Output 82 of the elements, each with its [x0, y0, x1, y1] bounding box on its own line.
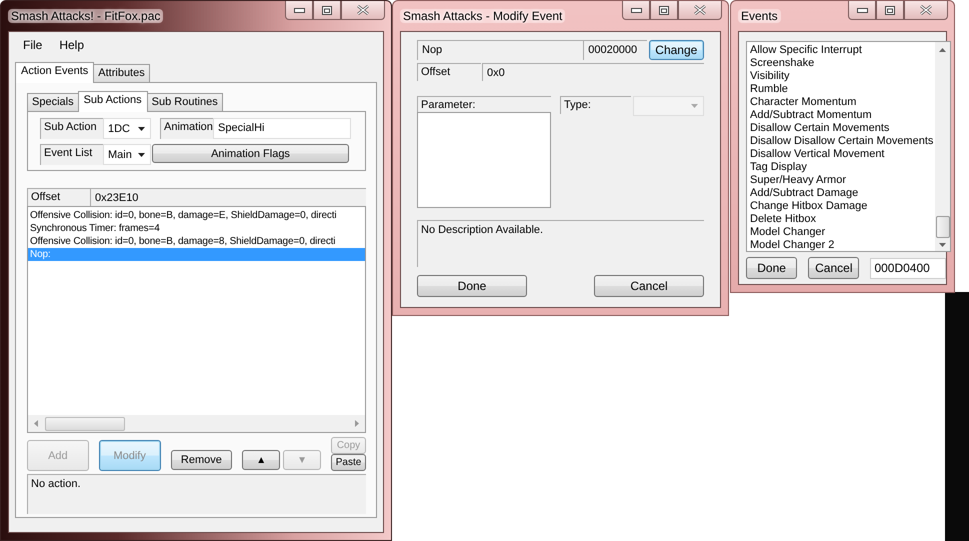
tab[interactable]: Action Events	[15, 62, 94, 83]
value-field: Nop	[417, 40, 584, 60]
field-label: Offset	[27, 188, 90, 206]
dialog-button[interactable]: Cancel	[808, 257, 860, 279]
list-item[interactable]: Super/Heavy Armor	[750, 174, 935, 187]
list-item[interactable]: Disallow Certain Movements	[750, 122, 935, 135]
close-button[interactable]	[341, 1, 385, 20]
field-label: Sub Action	[40, 118, 103, 139]
animation-flags-button[interactable]: Animation Flags	[152, 144, 349, 163]
column-header: Parameter:	[417, 96, 551, 112]
minimize-button[interactable]	[848, 1, 876, 20]
tab[interactable]: Specials	[27, 93, 79, 111]
maximize-icon	[885, 6, 895, 14]
animation-field[interactable]: SpecialHi	[213, 118, 351, 139]
vertical-scrollbar[interactable]	[935, 42, 950, 251]
dialog-button[interactable]: Done	[417, 275, 527, 297]
value-field: 0x23E10	[90, 188, 366, 206]
field-label: Offset	[417, 63, 481, 81]
action-button[interactable]: Paste	[331, 454, 366, 471]
value-field: 0x0	[482, 63, 704, 81]
list-item[interactable]: Tag Display	[750, 161, 935, 174]
list-item[interactable]: Allow Specific Interrupt	[750, 44, 935, 57]
close-icon	[357, 5, 369, 15]
value-field: 00020000	[583, 40, 647, 60]
action-button[interactable]: Remove	[170, 450, 232, 470]
list-item[interactable]: Disallow Vertical Movement	[750, 148, 935, 161]
caret-icon	[691, 104, 698, 108]
right-arrow-icon	[355, 420, 359, 427]
maximize-icon	[659, 6, 669, 14]
change-button[interactable]: Change	[648, 40, 704, 60]
list-item[interactable]: Add/Subtract Damage	[750, 187, 935, 200]
list-item[interactable]: Screenshake	[750, 57, 935, 70]
caret-icon	[138, 152, 145, 156]
event-item[interactable]: Offensive Collision: id=0, bone=B, damage=E, ShieldDamage=0, directi	[28, 209, 365, 222]
list-item[interactable]: Delete Hitbox	[750, 213, 935, 226]
sub-action-dropdown[interactable]: 1DC	[103, 118, 151, 139]
maximize-button[interactable]	[650, 1, 678, 20]
minimize-icon	[856, 8, 868, 12]
close-icon	[920, 5, 932, 15]
menu-item[interactable]: File	[23, 38, 42, 56]
tab[interactable]: Attributes	[93, 64, 150, 82]
list-item[interactable]: Model Changer 2	[750, 239, 935, 251]
field-label: Animation	[160, 118, 213, 139]
minimize-icon	[294, 8, 304, 12]
list-item[interactable]: Model Changer	[750, 226, 935, 239]
dialog-button[interactable]: Done	[746, 257, 798, 279]
tab[interactable]: Sub Actions	[78, 91, 148, 112]
list-item[interactable]: Add/Subtract Momentum	[750, 109, 935, 122]
event-list-dropdown[interactable]: Main	[103, 144, 151, 165]
close-button[interactable]	[904, 1, 948, 20]
dialog-button[interactable]: Cancel	[594, 275, 704, 297]
menu-item[interactable]: Help	[59, 38, 84, 56]
close-button[interactable]	[678, 1, 722, 20]
list-item[interactable]: Character Momentum	[750, 96, 935, 109]
description-text: No Description Available.	[417, 220, 704, 267]
maximize-button[interactable]	[876, 1, 904, 20]
caret-icon	[138, 126, 145, 130]
field-label: Event List	[40, 144, 103, 165]
parameter-list[interactable]	[417, 112, 551, 208]
minimize-button[interactable]	[622, 1, 650, 20]
list-item[interactable]: Disallow Disallow Certain Movements	[750, 135, 935, 148]
up-arrow-icon	[939, 48, 946, 52]
minimize-icon	[630, 8, 642, 12]
list-item[interactable]: Visibility	[750, 70, 935, 83]
minimize-button[interactable]	[285, 1, 313, 20]
close-icon	[694, 5, 706, 15]
maximize-button[interactable]	[313, 1, 341, 20]
scrollbar-thumb[interactable]	[45, 416, 125, 430]
scrollbar-thumb[interactable]	[936, 216, 950, 238]
code-field[interactable]: 000D0400	[870, 258, 946, 278]
list-item[interactable]: Change Hitbox Damage	[750, 200, 935, 213]
tab[interactable]: Sub Routines	[146, 93, 223, 111]
down-arrow-icon	[939, 243, 946, 247]
left-arrow-icon	[34, 420, 38, 427]
description-text: No action.	[27, 474, 366, 514]
arrow-button[interactable]: ▲	[242, 450, 280, 470]
maximize-icon	[322, 6, 332, 14]
event-item[interactable]: Synchronous Timer: frames=4	[28, 222, 365, 235]
event-item[interactable]: Offensive Collision: id=0, bone=B, damage=8, ShieldDamage=0, directi	[28, 235, 365, 248]
field-label: Type:	[560, 96, 632, 114]
list-item[interactable]: Rumble	[750, 83, 935, 96]
horizontal-scrollbar[interactable]	[28, 415, 365, 432]
